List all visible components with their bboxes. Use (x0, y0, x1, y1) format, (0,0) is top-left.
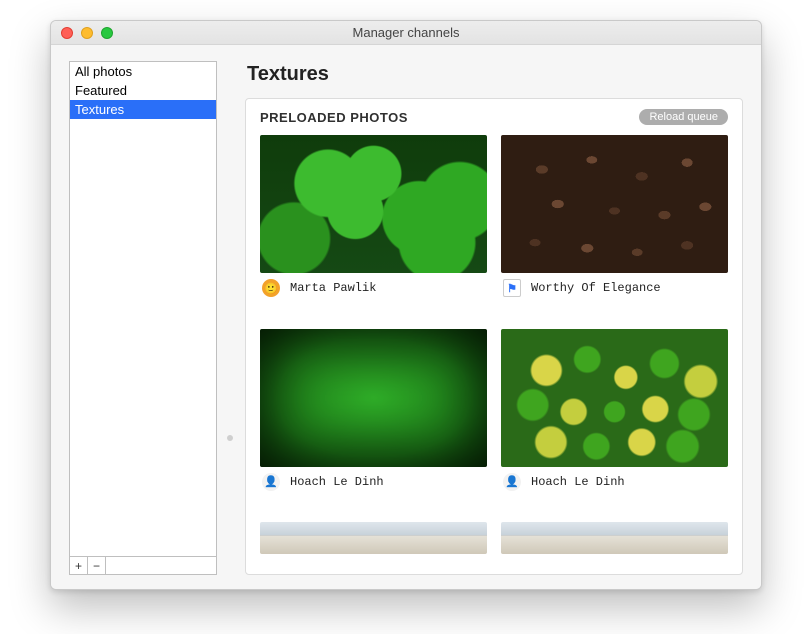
app-window: Manager channels All photos Featured Tex… (50, 20, 762, 590)
photo-card[interactable]: 👤 Hoach Le Dinh (260, 329, 487, 517)
window-title: Manager channels (51, 25, 761, 40)
avatar: 👤 (503, 473, 521, 491)
photo-card[interactable]: ⚑ Worthy Of Elegance (501, 135, 728, 323)
photo-card[interactable]: 👤 Hoach Le Dinh (501, 329, 728, 517)
sidebar-item-featured[interactable]: Featured (70, 81, 216, 100)
photo-card[interactable] (501, 522, 728, 574)
traffic-lights (61, 27, 113, 39)
photo-grid: 🙂 Marta Pawlik ⚑ Worthy Of Elegance (260, 135, 728, 574)
remove-channel-button[interactable]: − (88, 557, 106, 574)
titlebar: Manager channels (51, 21, 761, 45)
sidebar-item-all-photos[interactable]: All photos (70, 62, 216, 81)
sidebar-item-label: Textures (75, 102, 124, 117)
photo-thumbnail (501, 329, 728, 467)
sidebar-footer-spacer (106, 557, 216, 574)
author-name: Marta Pawlik (290, 281, 376, 295)
reload-queue-button[interactable]: Reload queue (639, 109, 728, 125)
author-name: Hoach Le Dinh (290, 475, 384, 489)
photo-thumbnail (501, 522, 728, 554)
section-title: PRELOADED PHOTOS (260, 110, 408, 125)
sidebar-footer: + − (69, 557, 217, 575)
avatar: 👤 (262, 473, 280, 491)
sidebar-item-label: All photos (75, 64, 132, 79)
avatar: ⚑ (503, 279, 521, 297)
photo-author-row: ⚑ Worthy Of Elegance (501, 273, 728, 303)
add-channel-button[interactable]: + (70, 557, 88, 574)
avatar: 🙂 (262, 279, 280, 297)
plus-icon: + (75, 559, 82, 573)
minus-icon: − (93, 559, 100, 573)
minimize-window-button[interactable] (81, 27, 93, 39)
photo-author-row: 👤 Hoach Le Dinh (501, 467, 728, 497)
photo-thumbnail (501, 135, 728, 273)
photo-thumbnail (260, 135, 487, 273)
close-window-button[interactable] (61, 27, 73, 39)
sidebar-item-textures[interactable]: Textures (70, 100, 216, 119)
photo-author-row: 🙂 Marta Pawlik (260, 273, 487, 303)
panel-head: PRELOADED PHOTOS Reload queue (260, 109, 728, 125)
photo-card[interactable]: 🙂 Marta Pawlik (260, 135, 487, 323)
photo-thumbnail (260, 522, 487, 554)
photo-author-row: 👤 Hoach Le Dinh (260, 467, 487, 497)
sidebar-column: All photos Featured Textures + − (69, 61, 217, 575)
preloaded-panel: PRELOADED PHOTOS Reload queue 🙂 Marta Pa… (245, 98, 743, 575)
sidebar-item-label: Featured (75, 83, 127, 98)
main-pane: Textures PRELOADED PHOTOS Reload queue 🙂… (245, 61, 743, 575)
channel-list[interactable]: All photos Featured Textures (69, 61, 217, 557)
author-name: Worthy Of Elegance (531, 281, 661, 295)
photo-card[interactable] (260, 522, 487, 574)
zoom-window-button[interactable] (101, 27, 113, 39)
photo-thumbnail (260, 329, 487, 467)
content: All photos Featured Textures + − (51, 45, 761, 589)
page-title: Textures (247, 63, 743, 86)
split-handle[interactable] (227, 435, 233, 441)
author-name: Hoach Le Dinh (531, 475, 625, 489)
